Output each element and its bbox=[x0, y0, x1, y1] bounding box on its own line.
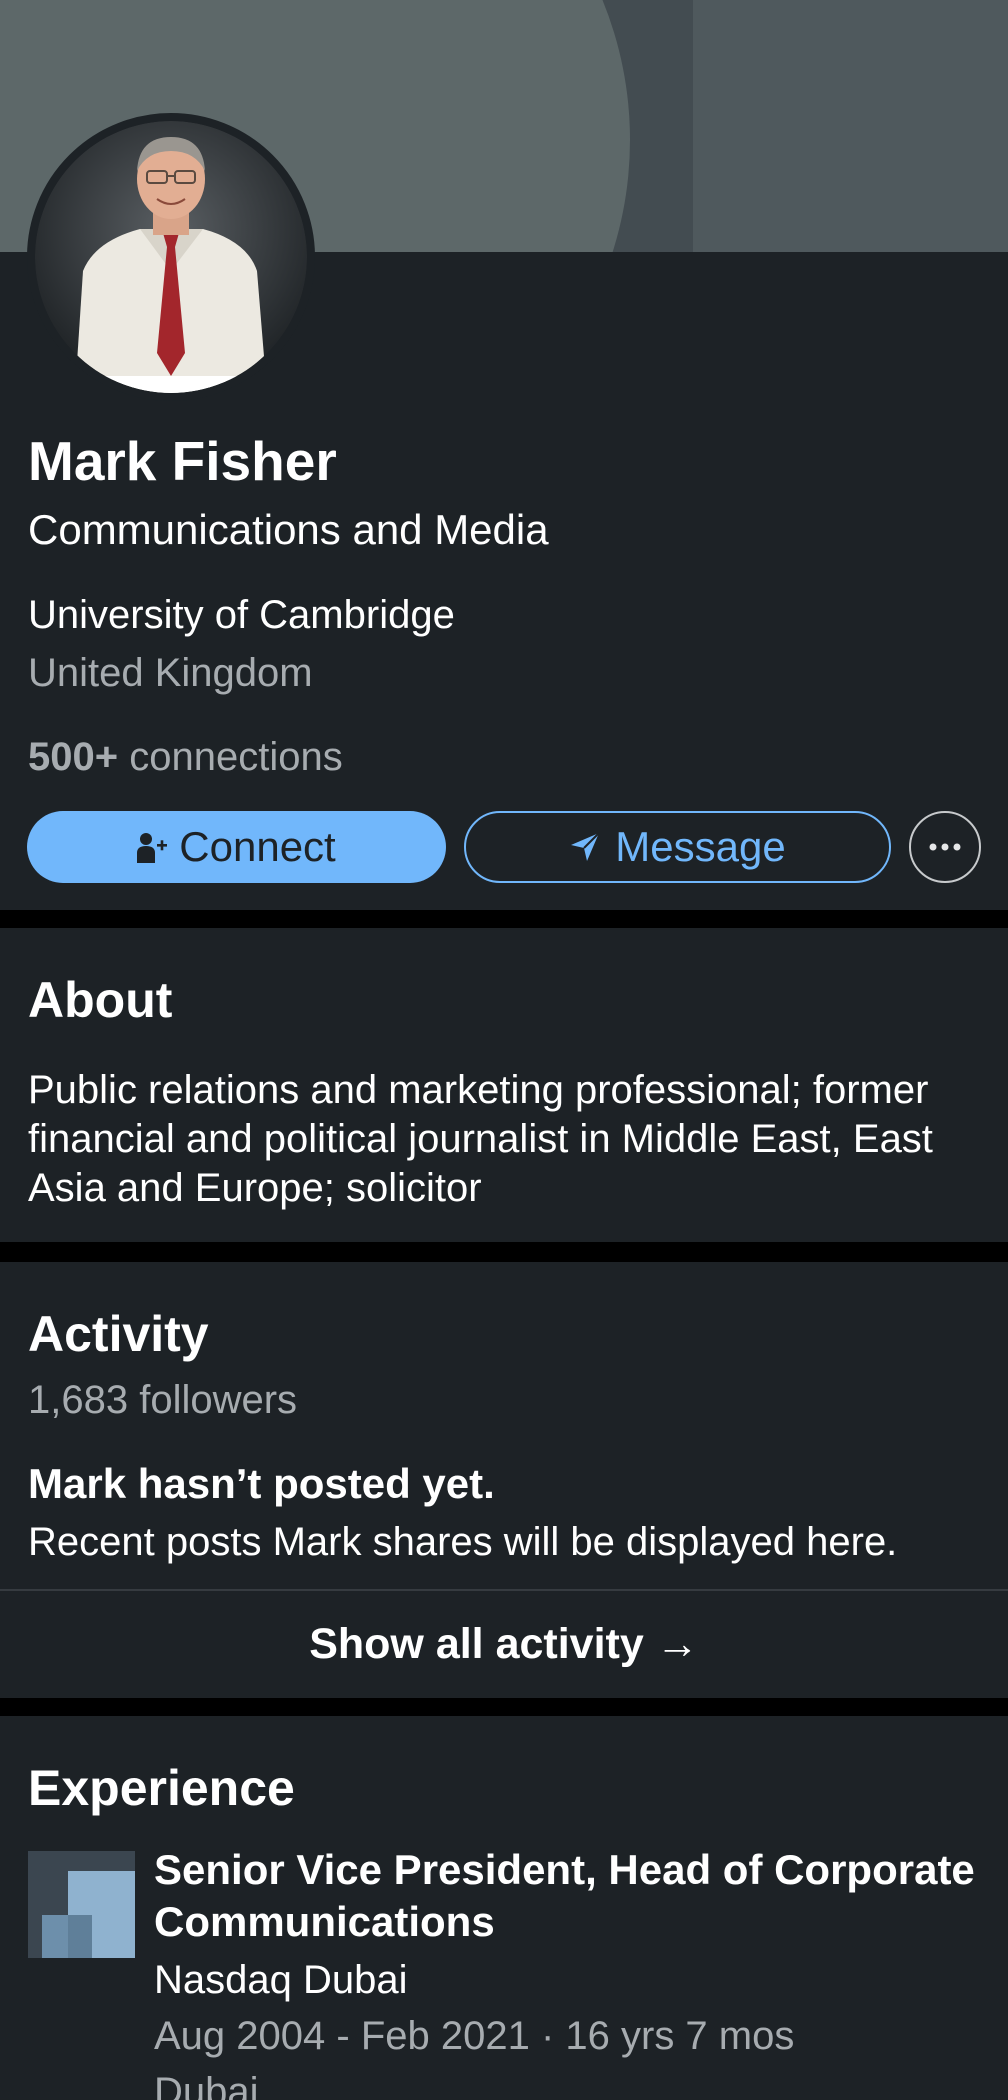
profile-location: United Kingdom bbox=[28, 651, 313, 695]
about-title: About bbox=[28, 972, 173, 1028]
add-person-icon bbox=[137, 833, 168, 863]
connections-label: connections bbox=[129, 735, 343, 779]
profile-school[interactable]: University of Cambridge bbox=[28, 589, 455, 641]
activity-section: Activity 1,683 followers Mark hasn’t pos… bbox=[0, 1262, 1008, 1698]
company-logo[interactable] bbox=[28, 1851, 135, 1958]
connections-number: 500+ bbox=[28, 735, 119, 779]
profile-page: Mark Fisher Communications and Media Uni… bbox=[0, 0, 1008, 2100]
about-text: Public relations and marketing professio… bbox=[28, 1068, 933, 1210]
experience-item-location: Dubai bbox=[154, 2070, 259, 2100]
show-all-activity-button[interactable]: Show all activity → bbox=[0, 1591, 1008, 1698]
experience-item-title[interactable]: Senior Vice President, Head of Corporate… bbox=[154, 1844, 994, 1948]
arrow-right-icon: → bbox=[655, 1620, 699, 1668]
empty-activity-title: Mark hasn’t posted yet. bbox=[28, 1460, 495, 1507]
profile-photo bbox=[35, 121, 307, 393]
experience-section: Experience Senior Vice President, Head o… bbox=[0, 1716, 1008, 2100]
about-section: About Public relations and marketing pro… bbox=[0, 928, 1008, 1242]
more-icon bbox=[929, 843, 961, 851]
experience-item-company: Nasdaq Dubai bbox=[154, 1958, 408, 2002]
experience-item-dates: Aug 2004 - Feb 2021 · 16 yrs 7 mos bbox=[154, 2014, 795, 2058]
profile-card: Mark Fisher Communications and Media Uni… bbox=[0, 0, 1008, 910]
profile-name: Mark Fisher bbox=[28, 430, 337, 492]
empty-activity-text: Recent posts Mark shares will be display… bbox=[28, 1520, 898, 1564]
more-button[interactable] bbox=[909, 811, 981, 883]
message-label: Message bbox=[615, 823, 786, 870]
activity-title: Activity bbox=[28, 1306, 209, 1362]
send-icon bbox=[571, 832, 600, 861]
banner-panel bbox=[693, 0, 1008, 252]
connections-count[interactable]: 500+ connections bbox=[28, 731, 343, 783]
company-logo-icon bbox=[28, 1851, 135, 1958]
profile-headline: Communications and Media bbox=[28, 506, 549, 553]
experience-title: Experience bbox=[28, 1760, 295, 1816]
connect-button[interactable]: Connect bbox=[27, 811, 446, 883]
followers-count: 1,683 followers bbox=[28, 1378, 298, 1422]
message-button[interactable]: Message bbox=[464, 811, 891, 883]
show-all-activity-label: Show all activity bbox=[309, 1620, 644, 1668]
connect-label: Connect bbox=[179, 823, 336, 870]
avatar[interactable] bbox=[27, 113, 315, 401]
